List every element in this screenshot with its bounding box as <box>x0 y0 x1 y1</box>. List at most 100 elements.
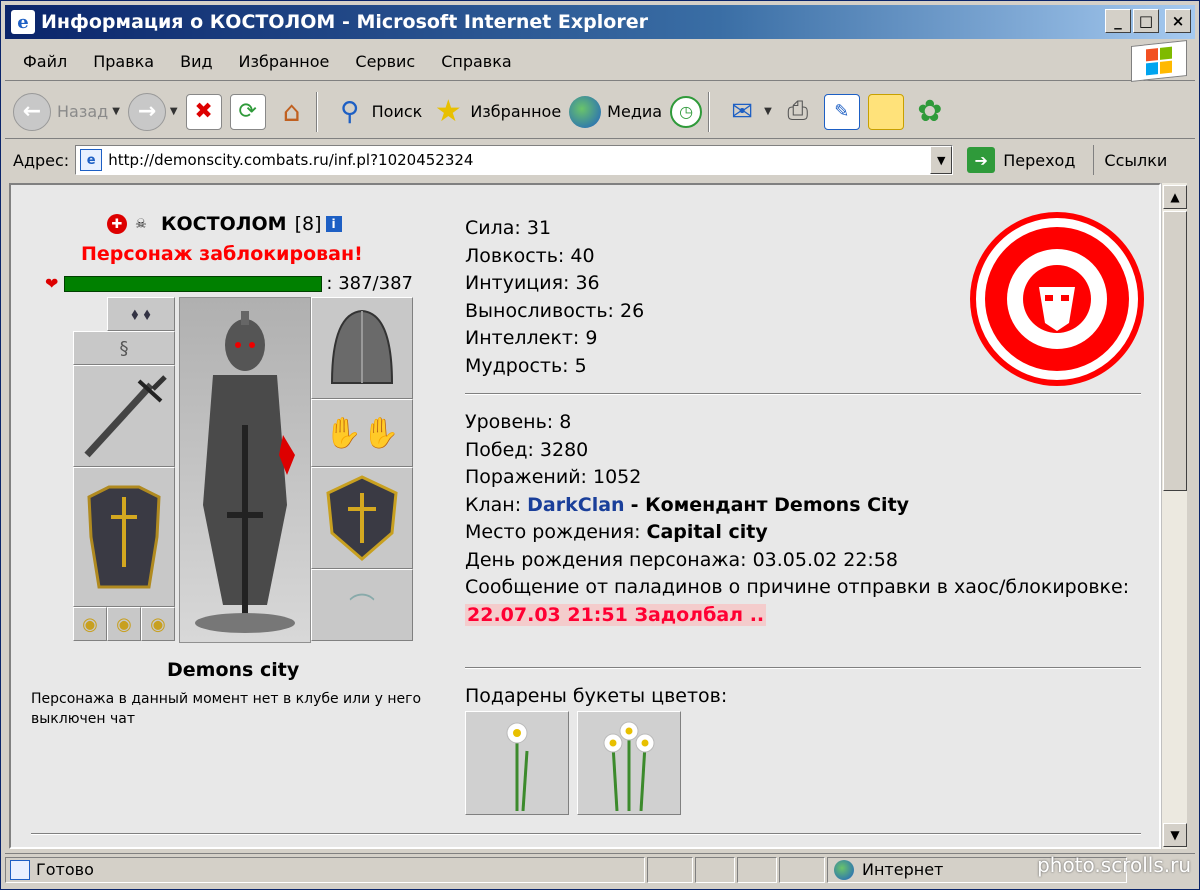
back-button[interactable]: ← Назад ▼ <box>13 92 120 131</box>
title-bar[interactable]: e Информация о КОСТОЛОМ - Microsoft Inte… <box>5 5 1195 39</box>
media-globe-icon <box>569 95 602 128</box>
address-label: Адрес: <box>13 150 70 170</box>
mail-button[interactable]: ✉ ▼ <box>724 94 772 130</box>
gloves-slot[interactable]: ✋✋ <box>311 399 413 467</box>
character-name: КОСТОЛОМ <box>161 213 287 235</box>
chevron-down-icon[interactable]: ▼ <box>930 146 953 174</box>
back-label: Назад <box>57 102 109 121</box>
scroll-up-icon[interactable]: ▲ <box>1163 185 1187 209</box>
minimize-button[interactable]: _ <box>1105 9 1131 33</box>
helmet-slot[interactable] <box>311 297 413 399</box>
scroll-down-icon[interactable]: ▼ <box>1163 823 1187 847</box>
stat-row: Интеллект: 9 <box>465 327 598 349</box>
print-button[interactable]: ⎙ <box>780 94 816 130</box>
refresh-button[interactable]: ⟳ <box>229 93 266 130</box>
earrings-slot[interactable]: ⬧ ⬧ <box>107 297 175 331</box>
clan-link[interactable]: DarkClan <box>527 494 624 516</box>
boots-icon: ⌒ <box>348 592 375 623</box>
messenger-button[interactable]: ✿ <box>912 94 948 130</box>
stop-button[interactable]: ✖ <box>185 93 222 130</box>
daffodil-bouquet-icon <box>603 721 655 811</box>
shield-slot[interactable] <box>311 467 413 569</box>
earrings-icon: ⬧ ⬧ <box>131 304 151 323</box>
favorites-label: Избранное <box>470 102 562 121</box>
menu-view[interactable]: Вид <box>180 52 212 71</box>
ring-slot-3[interactable]: ◉ <box>141 607 175 641</box>
armor-slot[interactable] <box>73 467 175 607</box>
menu-favorites[interactable]: Избранное <box>239 52 330 71</box>
character-header: ✚ ☠ КОСТОЛОМ [8] i <box>107 213 342 235</box>
clan-skull-icon: ☠ <box>135 216 147 232</box>
info-icon[interactable]: i <box>325 216 342 232</box>
info-birthday: День рождения персонажа: 03.05.02 22:58 <box>465 548 898 571</box>
windows-logo-icon <box>1131 40 1187 82</box>
go-button[interactable]: ➔ Переход <box>967 147 1075 173</box>
menu-tools[interactable]: Сервис <box>355 52 415 71</box>
home-icon: ⌂ <box>282 95 301 128</box>
flowers-label: Подарены букеты цветов: <box>465 685 728 707</box>
close-button[interactable]: × <box>1165 9 1191 33</box>
stat-row: Мудрость: 5 <box>465 354 587 377</box>
ring-slot-1[interactable]: ◉ <box>73 607 107 641</box>
info-wins: Побед: 3280 <box>465 438 589 461</box>
media-button[interactable]: Медиа <box>569 95 663 128</box>
status-cell <box>647 856 693 883</box>
status-cell <box>695 856 735 883</box>
print-icon: ⎙ <box>787 96 809 126</box>
heart-icon: ❤ <box>45 274 59 293</box>
menu-edit[interactable]: Правка <box>93 52 154 71</box>
character-city: Demons city <box>167 659 300 681</box>
status-message: Готово <box>5 856 645 883</box>
flower-bouquet-1[interactable] <box>465 711 569 815</box>
chevron-down-icon[interactable]: ▼ <box>170 106 178 117</box>
discuss-button[interactable] <box>867 93 904 130</box>
history-button[interactable]: ◷ <box>670 95 703 128</box>
status-bar: Готово Интернет <box>5 853 1195 885</box>
hp-bar <box>64 275 323 292</box>
search-icon: ⚲ <box>340 96 360 127</box>
internet-globe-icon <box>834 859 854 880</box>
menu-bar: Файл Правка Вид Избранное Сервис Справка <box>5 40 1195 82</box>
vertical-scrollbar[interactable]: ▲ ▼ <box>1161 183 1187 849</box>
page-icon <box>10 859 30 880</box>
boots-slot[interactable]: ⌒ <box>311 569 413 641</box>
helmet-icon <box>330 309 394 384</box>
menu-help[interactable]: Справка <box>441 52 512 71</box>
gloves-icon: ✋✋ <box>324 415 400 451</box>
scroll-thumb[interactable] <box>1163 211 1187 491</box>
divider <box>465 667 1141 669</box>
character-figure <box>179 297 311 643</box>
offline-note: Персонажа в данный момент нет в клубе ил… <box>31 691 422 727</box>
home-button[interactable]: ⌂ <box>274 94 310 130</box>
forward-arrow-icon: → <box>127 92 166 131</box>
hp-value: : 387/387 <box>326 273 413 294</box>
weapon-slot[interactable] <box>73 365 175 467</box>
menu-file[interactable]: Файл <box>23 52 67 71</box>
window-controls: _ □ × <box>1105 9 1191 33</box>
links-button[interactable]: Ссылки <box>1093 145 1167 175</box>
address-input[interactable]: e http://demonscity.combats.ru/inf.pl?10… <box>75 145 954 175</box>
status-cell <box>779 856 825 883</box>
mail-icon: ✉ <box>731 96 753 127</box>
favorites-button[interactable]: ★ Избранное <box>430 94 561 130</box>
chevron-down-icon[interactable]: ▼ <box>112 106 120 117</box>
flower-bouquet-2[interactable] <box>577 711 681 815</box>
browser-window: e Информация о КОСТОЛОМ - Microsoft Inte… <box>0 0 1200 890</box>
character-info: Уровень: 8 Побед: 3280 Поражений: 1052 К… <box>465 409 1145 629</box>
stat-row: Интуиция: 36 <box>465 272 600 294</box>
media-label: Медиа <box>607 102 663 121</box>
search-button[interactable]: ⚲ Поиск <box>332 94 422 130</box>
ring-slot-2[interactable]: ◉ <box>107 607 141 641</box>
armor-icon <box>87 485 161 589</box>
chevron-down-icon[interactable]: ▼ <box>764 106 772 117</box>
maximize-button[interactable]: □ <box>1133 9 1159 33</box>
hp-row: ❤ : 387/387 <box>45 273 413 294</box>
forward-button[interactable]: → ▼ <box>127 92 178 131</box>
star-icon: ★ <box>434 94 462 129</box>
ie-icon: e <box>11 10 35 34</box>
amulet-slot[interactable]: § <box>73 331 175 365</box>
toolbar: ← Назад ▼ → ▼ ✖ ⟳ ⌂ ⚲ Поиск ★ Избранное … <box>5 85 1195 139</box>
note-icon <box>867 93 904 130</box>
edit-button[interactable]: ✎ <box>823 93 860 130</box>
info-paladin-message: Сообщение от паладинов о причине отправк… <box>465 576 1130 598</box>
